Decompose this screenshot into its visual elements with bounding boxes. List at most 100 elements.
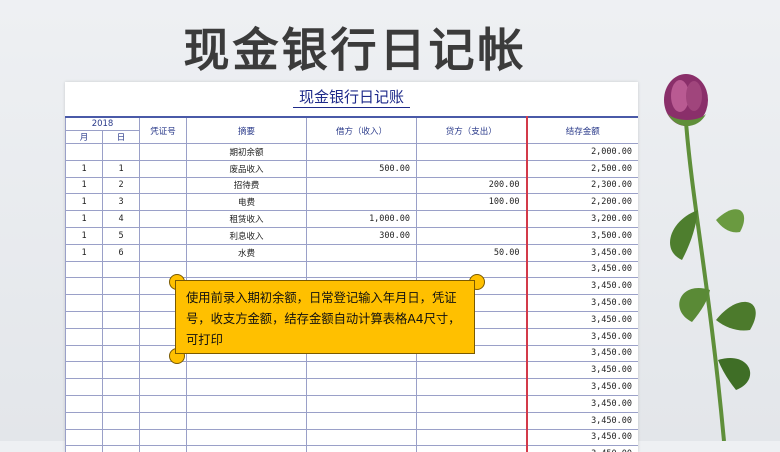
credit-cell[interactable] (416, 210, 528, 228)
debit-cell[interactable] (306, 378, 418, 396)
day-cell[interactable]: 5 (101, 226, 141, 245)
summary-cell[interactable]: 电费 (186, 193, 308, 212)
day-cell[interactable] (101, 361, 141, 380)
day-cell[interactable] (101, 378, 141, 396)
credit-cell[interactable]: 200.00 (416, 176, 528, 195)
balance-cell[interactable]: 3,450.00 (526, 277, 638, 296)
summary-cell[interactable] (186, 411, 308, 430)
summary-cell[interactable] (186, 445, 308, 452)
debit-cell[interactable] (306, 445, 418, 452)
balance-cell[interactable]: 3,450.00 (526, 310, 638, 329)
month-cell[interactable]: 1 (65, 193, 103, 212)
balance-cell[interactable]: 2,500.00 (526, 159, 638, 178)
summary-cell[interactable]: 水费 (186, 243, 308, 262)
balance-cell[interactable]: 3,450.00 (526, 294, 638, 312)
month-cell[interactable] (65, 310, 103, 329)
credit-cell[interactable] (416, 226, 528, 245)
balance-cell[interactable]: 3,450.00 (526, 243, 638, 262)
day-cell[interactable] (101, 327, 141, 346)
summary-cell[interactable]: 废品收入 (186, 159, 308, 178)
day-cell[interactable] (101, 260, 141, 279)
voucher-cell[interactable] (139, 210, 188, 228)
balance-cell[interactable]: 3,450.00 (526, 361, 638, 380)
credit-cell[interactable] (416, 428, 528, 447)
voucher-cell[interactable] (139, 378, 188, 396)
debit-cell[interactable] (306, 411, 418, 430)
summary-cell[interactable] (186, 361, 308, 380)
balance-cell[interactable]: 3,450.00 (526, 394, 638, 413)
month-cell[interactable]: 1 (65, 243, 103, 262)
voucher-cell[interactable] (139, 226, 188, 245)
month-cell[interactable] (65, 143, 103, 161)
voucher-cell[interactable] (139, 193, 188, 212)
voucher-cell[interactable] (139, 361, 188, 380)
voucher-cell[interactable] (139, 243, 188, 262)
month-cell[interactable] (65, 327, 103, 346)
day-cell[interactable] (101, 411, 141, 430)
summary-cell[interactable]: 利息收入 (186, 226, 308, 245)
balance-cell[interactable]: 3,450.00 (526, 428, 638, 447)
credit-cell[interactable] (416, 159, 528, 178)
month-cell[interactable] (65, 428, 103, 447)
month-cell[interactable]: 1 (65, 226, 103, 245)
credit-cell[interactable] (416, 411, 528, 430)
balance-cell[interactable]: 2,300.00 (526, 176, 638, 195)
balance-cell[interactable]: 2,200.00 (526, 193, 638, 212)
month-cell[interactable] (65, 344, 103, 363)
month-cell[interactable] (65, 411, 103, 430)
balance-cell[interactable]: 3,450.00 (526, 411, 638, 430)
debit-cell[interactable] (306, 176, 418, 195)
summary-cell[interactable] (186, 378, 308, 396)
voucher-cell[interactable] (139, 143, 188, 161)
debit-cell[interactable] (306, 428, 418, 447)
day-cell[interactable]: 3 (101, 193, 141, 212)
balance-cell[interactable]: 3,450.00 (526, 260, 638, 279)
voucher-cell[interactable] (139, 159, 188, 178)
day-cell[interactable]: 4 (101, 210, 141, 228)
debit-cell[interactable]: 300.00 (306, 226, 418, 245)
balance-cell[interactable]: 3,450.00 (526, 445, 638, 452)
voucher-cell[interactable] (139, 428, 188, 447)
day-cell[interactable]: 2 (101, 176, 141, 195)
debit-cell[interactable] (306, 143, 418, 161)
day-cell[interactable] (101, 344, 141, 363)
month-cell[interactable] (65, 277, 103, 296)
month-cell[interactable]: 1 (65, 210, 103, 228)
balance-cell[interactable]: 2,000.00 (526, 143, 638, 161)
month-cell[interactable] (65, 378, 103, 396)
day-cell[interactable] (101, 394, 141, 413)
day-cell[interactable] (101, 143, 141, 161)
credit-cell[interactable] (416, 143, 528, 161)
month-cell[interactable] (65, 260, 103, 279)
day-cell[interactable] (101, 428, 141, 447)
credit-cell[interactable]: 50.00 (416, 243, 528, 262)
month-cell[interactable] (65, 361, 103, 380)
day-cell[interactable] (101, 310, 141, 329)
credit-cell[interactable]: 100.00 (416, 193, 528, 212)
summary-cell[interactable] (186, 394, 308, 413)
day-cell[interactable] (101, 277, 141, 296)
summary-cell[interactable]: 期初余额 (186, 143, 308, 161)
voucher-cell[interactable] (139, 176, 188, 195)
voucher-cell[interactable] (139, 394, 188, 413)
day-cell[interactable]: 1 (101, 159, 141, 178)
month-cell[interactable] (65, 445, 103, 452)
balance-cell[interactable]: 3,450.00 (526, 378, 638, 396)
credit-cell[interactable] (416, 378, 528, 396)
voucher-cell[interactable] (139, 445, 188, 452)
day-cell[interactable] (101, 294, 141, 312)
month-cell[interactable] (65, 394, 103, 413)
month-cell[interactable]: 1 (65, 176, 103, 195)
balance-cell[interactable]: 3,200.00 (526, 210, 638, 228)
balance-cell[interactable]: 3,450.00 (526, 344, 638, 363)
credit-cell[interactable] (416, 445, 528, 452)
summary-cell[interactable] (186, 428, 308, 447)
debit-cell[interactable] (306, 394, 418, 413)
credit-cell[interactable] (416, 361, 528, 380)
debit-cell[interactable] (306, 361, 418, 380)
voucher-cell[interactable] (139, 411, 188, 430)
day-cell[interactable] (101, 445, 141, 452)
balance-cell[interactable]: 3,500.00 (526, 226, 638, 245)
summary-cell[interactable]: 招待费 (186, 176, 308, 195)
credit-cell[interactable] (416, 394, 528, 413)
